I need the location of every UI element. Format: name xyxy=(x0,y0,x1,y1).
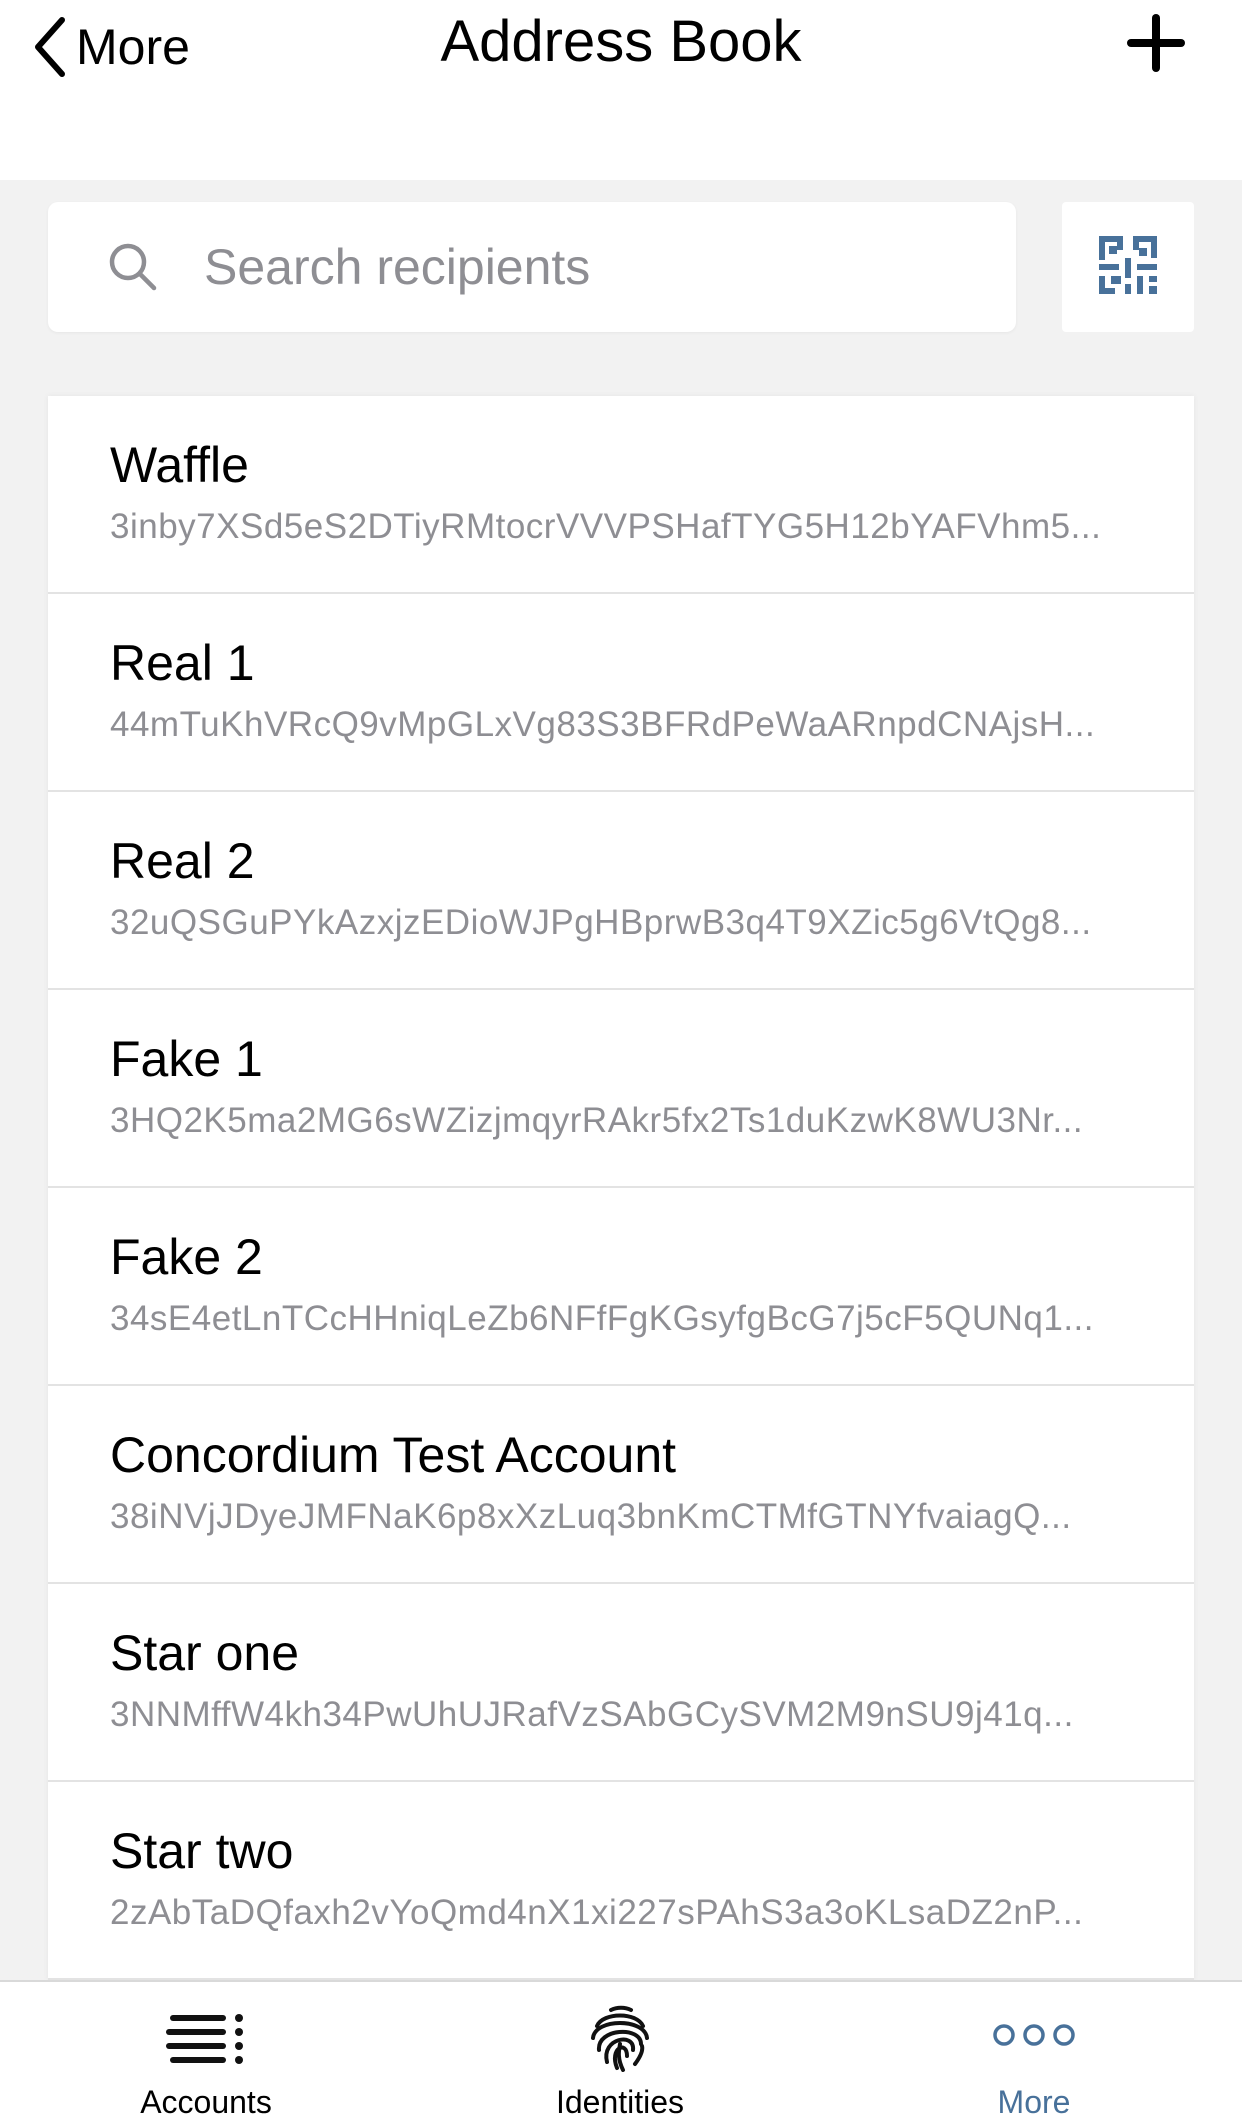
recipient-address: 2zAbTaDQfaxh2vYoQmd4nX1xi227sPAhS3a3oKLs… xyxy=(110,1893,1084,1932)
recipient-address: 3inby7XSd5eS2DTiyRMtocrVVVPSHafTYG5H12bY… xyxy=(110,507,1102,546)
search-icon xyxy=(108,242,158,297)
tab-identities-label: Identities xyxy=(555,2084,685,2120)
navigation-bar: More Address Book xyxy=(0,0,1242,180)
more-dots-icon xyxy=(991,2022,1077,2053)
recipient-address: 34sE4etLnTCcHHniqLeZb6NFfFgKGsyfgBcG7j5c… xyxy=(110,1299,1094,1338)
tab-accounts[interactable]: Accounts xyxy=(56,1982,356,2128)
tab-more[interactable]: More xyxy=(884,1982,1184,2128)
list-item[interactable]: Fake 2 34sE4etLnTCcHHniqLeZb6NFfFgKGsyfg… xyxy=(48,1188,1194,1386)
recipient-name: Concordium Test Account xyxy=(110,1427,677,1483)
list-item[interactable]: Star two 2zAbTaDQfaxh2vYoQmd4nX1xi227sPA… xyxy=(48,1782,1194,1980)
back-label: More xyxy=(76,19,190,75)
recipient-name: Fake 2 xyxy=(110,1229,263,1285)
recipient-address: 44mTuKhVRcQ9vMpGLxVg83S3BFRdPeWaARnpdCNA… xyxy=(110,705,1096,744)
fingerprint-icon xyxy=(587,2004,653,2077)
tab-identities[interactable]: Identities xyxy=(470,1982,770,2128)
tab-accounts-label: Accounts xyxy=(140,2084,272,2120)
back-button[interactable]: More xyxy=(32,12,190,82)
recipient-name: Star two xyxy=(110,1823,294,1879)
recipient-address: 32uQSGuPYkAzxjzEDioWJPgHBprwB3q4T9XZic5g… xyxy=(110,903,1092,942)
tab-more-label: More xyxy=(997,2084,1071,2120)
tab-bar: Accounts Identities More xyxy=(0,1980,1242,2128)
add-recipient-button[interactable] xyxy=(1125,12,1187,74)
list-item[interactable]: Real 1 44mTuKhVRcQ9vMpGLxVg83S3BFRdPeWaA… xyxy=(48,594,1194,792)
list-item[interactable]: Star one 3NNMffW4kh34PwUhUJRafVzSAbGCySV… xyxy=(48,1584,1194,1782)
recipient-list: Waffle 3inby7XSd5eS2DTiyRMtocrVVVPSHafTY… xyxy=(48,396,1194,1980)
search-input[interactable] xyxy=(204,227,984,307)
recipient-name: Waffle xyxy=(110,437,249,493)
accounts-list-icon xyxy=(165,2010,247,2073)
recipient-address: 3NNMffW4kh34PwUhUJRafVzSAbGCySVM2M9nSU9j… xyxy=(110,1695,1074,1734)
recipient-name: Fake 1 xyxy=(110,1031,263,1087)
recipient-name: Real 1 xyxy=(110,635,255,691)
recipient-name: Real 2 xyxy=(110,833,255,889)
recipient-name: Star one xyxy=(110,1625,300,1681)
list-item[interactable]: Waffle 3inby7XSd5eS2DTiyRMtocrVVVPSHafTY… xyxy=(48,396,1194,594)
list-item[interactable]: Concordium Test Account 38iNVjJDyeJMFNaK… xyxy=(48,1386,1194,1584)
list-item[interactable]: Fake 1 3HQ2K5ma2MG6sWZizjmqyrRAkr5fx2Ts1… xyxy=(48,990,1194,1188)
qr-code-icon xyxy=(1097,234,1159,301)
chevron-left-icon xyxy=(32,16,66,78)
list-item[interactable]: Real 2 32uQSGuPYkAzxjzEDioWJPgHBprwB3q4T… xyxy=(48,792,1194,990)
recipient-address: 38iNVjJDyeJMFNaK6p8xXzLuq3bnKmCTMfGTNYfv… xyxy=(110,1497,1072,1536)
plus-icon xyxy=(1125,14,1187,78)
recipient-address: 3HQ2K5ma2MG6sWZizjmqyrRAkr5fx2Ts1duKzwK8… xyxy=(110,1101,1084,1140)
scan-qr-button[interactable] xyxy=(1062,202,1194,332)
search-bar xyxy=(48,202,1016,332)
